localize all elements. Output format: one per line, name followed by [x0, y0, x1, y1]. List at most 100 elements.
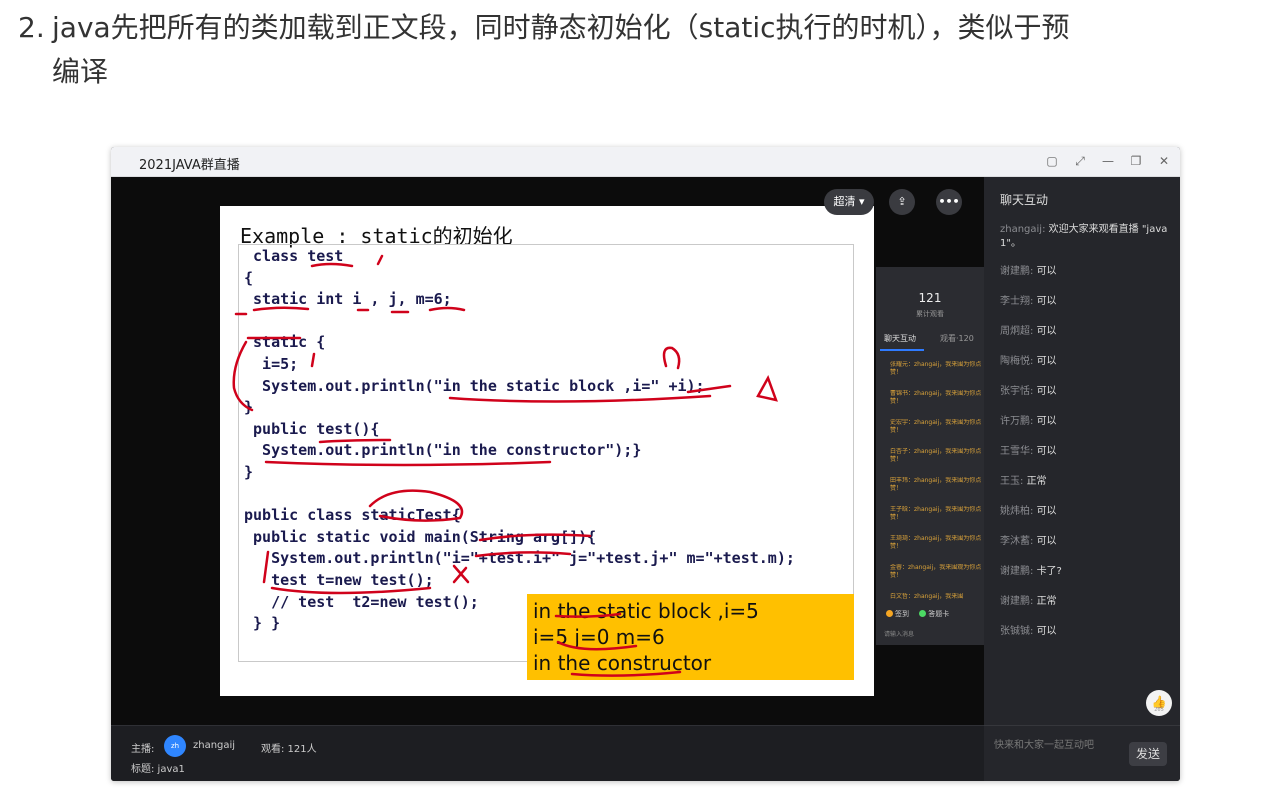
- chat-message: 谢建鹏: 正常: [1000, 595, 1176, 609]
- chat-text: 可以: [1036, 446, 1057, 457]
- inner-viewer-count: 121: [918, 291, 942, 305]
- code-line: }: [244, 398, 254, 417]
- code-line: test t=new test();: [244, 570, 434, 589]
- more-icon[interactable]: •••: [936, 189, 962, 215]
- chat-message: 李沐蓄: 可以: [1000, 535, 1176, 549]
- inner-tab-viewers: 观看·120: [940, 334, 974, 343]
- chat-message: 张铖铖: 可以: [1000, 625, 1176, 639]
- avatar[interactable]: zh: [164, 735, 186, 757]
- pin-icon[interactable]: ▢: [1044, 152, 1060, 170]
- shared-screen-chat-panel: 121 累计观看 聊天互动 观看·120 张耀元：zhangaij，我来围为你点…: [876, 267, 984, 645]
- chat-username: 李士翔:: [1000, 296, 1034, 307]
- output-line: i=5 j=0 m=6: [533, 625, 665, 649]
- code-line: class test: [244, 247, 344, 265]
- chat-message: 谢建鹏: 卡了?: [1000, 565, 1176, 579]
- chat-text: 可以: [1036, 386, 1057, 397]
- code-line: System.out.println("in the constructor")…: [244, 441, 642, 460]
- chat-username: 许万鹏:: [1000, 416, 1034, 427]
- chat-message: 周炯超: 可以: [1000, 325, 1176, 339]
- code-line: i=5;: [244, 354, 299, 373]
- quality-selector[interactable]: 超清 ▾: [824, 189, 874, 215]
- chat-message: zhangaij: 欢迎大家来观看直播 "java 1"。: [1000, 223, 1176, 251]
- video-area[interactable]: Example : static的初始化 class test{ static …: [111, 177, 984, 725]
- chat-input[interactable]: 快来和大家一起互动吧 发送: [984, 725, 1180, 781]
- chat-text: 正常: [1036, 596, 1057, 607]
- chat-username: 王玉:: [1000, 476, 1024, 487]
- host-label: 主播:: [131, 744, 155, 755]
- chat-text: 可以: [1036, 266, 1057, 277]
- chat-panel: 聊天互动 zhangaij: 欢迎大家来观看直播 "java 1"。 谢建鹏: 可…: [984, 177, 1180, 781]
- inner-tabs: 聊天互动 观看·120: [880, 333, 980, 351]
- chat-message: 陶梅悦: 可以: [1000, 355, 1176, 369]
- chat-text: 可以: [1036, 626, 1057, 637]
- chat-text: 正常: [1026, 476, 1047, 487]
- chat-text: 可以: [1036, 536, 1057, 547]
- chat-username: 谢建鹏:: [1000, 596, 1034, 607]
- code-line: static int i , j, m=6;: [244, 290, 452, 309]
- like-count: 265: [1154, 707, 1164, 713]
- send-button[interactable]: 发送: [1129, 742, 1167, 766]
- close-icon[interactable]: ✕: [1156, 152, 1172, 170]
- minimize-icon[interactable]: —: [1100, 152, 1116, 170]
- sign-in-icon: [886, 610, 893, 617]
- chat-username: zhangaij:: [1000, 224, 1046, 235]
- chat-text: 可以: [1036, 296, 1057, 307]
- player-footer: 主播: zh zhangaij 观看: 121人 标题: java1: [111, 725, 984, 781]
- chat-message: 姚炜柏: 可以: [1000, 505, 1176, 519]
- inner-input-placeholder: 请输入消息: [884, 631, 915, 638]
- inner-viewer-count-label: 累计观看: [916, 310, 944, 318]
- chat-message: 张宇恬: 可以: [1000, 385, 1176, 399]
- share-icon[interactable]: ⇪: [889, 189, 915, 215]
- code-line: public static void main(String arg[]){: [244, 527, 597, 546]
- inner-message: 史宏宇：zhangaij，我来围为你点赞！: [890, 419, 982, 434]
- chat-input-placeholder: 快来和大家一起互动吧: [994, 740, 1094, 751]
- inner-tab-underline: [880, 349, 924, 351]
- code-line: static {: [244, 333, 326, 352]
- live-player-window: 2021JAVA群直播 ▢ ⤢ — ❐ ✕ Example : static的初…: [111, 147, 1180, 781]
- inner-message: 张耀元：zhangaij，我来围为你点赞！: [890, 361, 982, 376]
- output-box: in the static block ,i=5 i=5 j=0 m=6 in th…: [527, 594, 854, 680]
- doc-list-item: 2. java先把所有的类加载到正文段，同时静态初始化（static执行的时机），…: [18, 6, 1268, 94]
- code-line: }: [244, 462, 254, 481]
- inner-message: 白杏子：zhangaij，我来围为你点赞！: [890, 448, 982, 463]
- chat-username: 谢建鹏:: [1000, 566, 1034, 577]
- window-controls: ▢ ⤢ — ❐ ✕: [1044, 152, 1172, 170]
- like-button[interactable]: 👍 265: [1146, 690, 1172, 716]
- doc-text-line2: 编译: [52, 55, 109, 88]
- inner-actions: 签到 答题卡: [886, 609, 949, 619]
- window-title: 2021JAVA群直播: [139, 158, 240, 173]
- chat-username: 王雪华:: [1000, 446, 1034, 457]
- answer-card-icon: [919, 610, 927, 617]
- chat-username: 陶梅悦:: [1000, 356, 1034, 367]
- chat-message-list: zhangaij: 欢迎大家来观看直播 "java 1"。 谢建鹏: 可以 李士翔:…: [1000, 223, 1176, 655]
- inner-message: 曹锦书：zhangaij，我来围为你点赞！: [890, 390, 982, 405]
- chat-username: 张宇恬:: [1000, 386, 1034, 397]
- chat-text: 卡了?: [1036, 566, 1062, 577]
- inner-message: 王子晗：zhangaij，我来围为你点赞！: [890, 506, 982, 521]
- chat-username: 姚炜柏:: [1000, 506, 1034, 517]
- restore-icon[interactable]: ❐: [1128, 152, 1144, 170]
- code-line: System.out.println("i="+test.i+" j="+tes…: [244, 549, 795, 568]
- output-line: in the static block ,i=5: [533, 599, 759, 623]
- stream-title: 标题: java1: [131, 764, 185, 775]
- inner-sign-in: 签到: [895, 610, 909, 618]
- code-line: public test(){: [244, 419, 380, 438]
- expand-icon[interactable]: ⤢: [1072, 152, 1088, 170]
- chat-username: 谢建鹏:: [1000, 266, 1034, 277]
- chat-message: 许万鹏: 可以: [1000, 415, 1176, 429]
- host-name: zhangaij: [193, 740, 236, 751]
- inner-message: 王琦琦：zhangaij，我来围为你点赞！: [890, 535, 982, 550]
- chat-message: 王雪华: 可以: [1000, 445, 1176, 459]
- inner-answer-card: 答题卡: [928, 610, 950, 618]
- doc-text-line1: java先把所有的类加载到正文段，同时静态初始化（static执行的时机），类似…: [52, 11, 1070, 44]
- chat-username: 张铖铖:: [1000, 626, 1034, 637]
- chat-text: 可以: [1036, 506, 1057, 517]
- window-titlebar: 2021JAVA群直播 ▢ ⤢ — ❐ ✕: [111, 147, 1180, 177]
- chat-message: 李士翔: 可以: [1000, 295, 1176, 309]
- code-line: System.out.println("in the static block …: [244, 376, 705, 395]
- viewers-count: 观看: 121人: [261, 744, 317, 755]
- chat-username: 李沐蓄:: [1000, 536, 1034, 547]
- code-line: {: [244, 268, 254, 287]
